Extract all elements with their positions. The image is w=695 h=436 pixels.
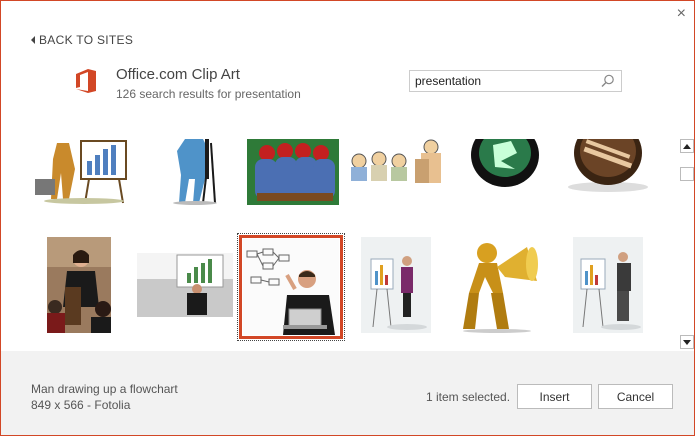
photo-woman-presenting-icon xyxy=(47,237,111,333)
scroll-down-button[interactable] xyxy=(680,335,694,349)
clipart-presentation-badge-icon xyxy=(568,139,648,192)
back-to-sites-link[interactable]: BACK TO SITES xyxy=(31,33,133,47)
result-thumbnail[interactable] xyxy=(573,237,643,333)
result-thumbnail[interactable] xyxy=(361,237,431,333)
source-title: Office.com Clip Art xyxy=(116,66,240,83)
search-icon[interactable] xyxy=(600,73,616,89)
vertical-scrollbar[interactable] xyxy=(680,139,694,351)
photo-man-flowchart-icon xyxy=(243,239,339,335)
selection-count: 1 item selected. xyxy=(426,390,511,404)
photo-man-flipchart-icon xyxy=(573,237,643,333)
back-to-sites-label: BACK TO SITES xyxy=(39,33,134,47)
selected-item-name: Man drawing up a flowchart xyxy=(31,382,178,396)
clip-art-dialog: × BACK TO SITES Office.com Clip Art 126 … xyxy=(0,0,695,436)
result-thumbnail[interactable] xyxy=(137,253,233,317)
scrollbar-thumb[interactable] xyxy=(680,167,694,181)
photo-man-board-icon xyxy=(137,253,233,317)
scroll-up-button[interactable] xyxy=(680,139,694,153)
result-thumbnail[interactable] xyxy=(29,139,129,205)
chevron-up-icon xyxy=(683,143,691,149)
clipart-green-emblem-icon xyxy=(471,139,539,187)
result-thumbnail[interactable] xyxy=(47,237,111,333)
clipart-audience-icon xyxy=(247,139,339,205)
result-thumbnail[interactable] xyxy=(245,139,341,205)
office-logo-icon xyxy=(76,69,96,93)
clipart-speaker-audience-icon xyxy=(351,139,441,183)
chevron-down-icon xyxy=(683,339,691,345)
search-box[interactable] xyxy=(409,70,622,92)
clipart-gold-megaphone-icon xyxy=(463,243,538,333)
back-arrow-icon xyxy=(31,36,35,44)
clipart-businessman-chart-icon xyxy=(35,140,127,204)
result-thumbnail-selected[interactable] xyxy=(237,233,345,341)
clipart-man-easel-icon xyxy=(173,139,217,205)
result-thumbnail[interactable] xyxy=(565,139,651,193)
selection-frame xyxy=(239,235,343,339)
dialog-footer: Man drawing up a flowchart 849 x 566 - F… xyxy=(1,351,694,435)
selected-item-details: 849 x 566 - Fotolia xyxy=(31,398,131,412)
result-thumbnail[interactable] xyxy=(465,139,545,189)
search-input[interactable] xyxy=(410,73,600,89)
result-thumbnail[interactable] xyxy=(145,139,245,205)
cancel-button[interactable]: Cancel xyxy=(598,384,673,409)
insert-button[interactable]: Insert xyxy=(517,384,592,409)
result-thumbnail[interactable] xyxy=(457,237,547,333)
close-icon[interactable]: × xyxy=(677,5,686,23)
photo-woman-flipchart-icon xyxy=(361,237,431,333)
result-summary: 126 search results for presentation xyxy=(116,87,301,101)
results-grid xyxy=(27,139,667,344)
result-thumbnail[interactable] xyxy=(345,139,445,185)
